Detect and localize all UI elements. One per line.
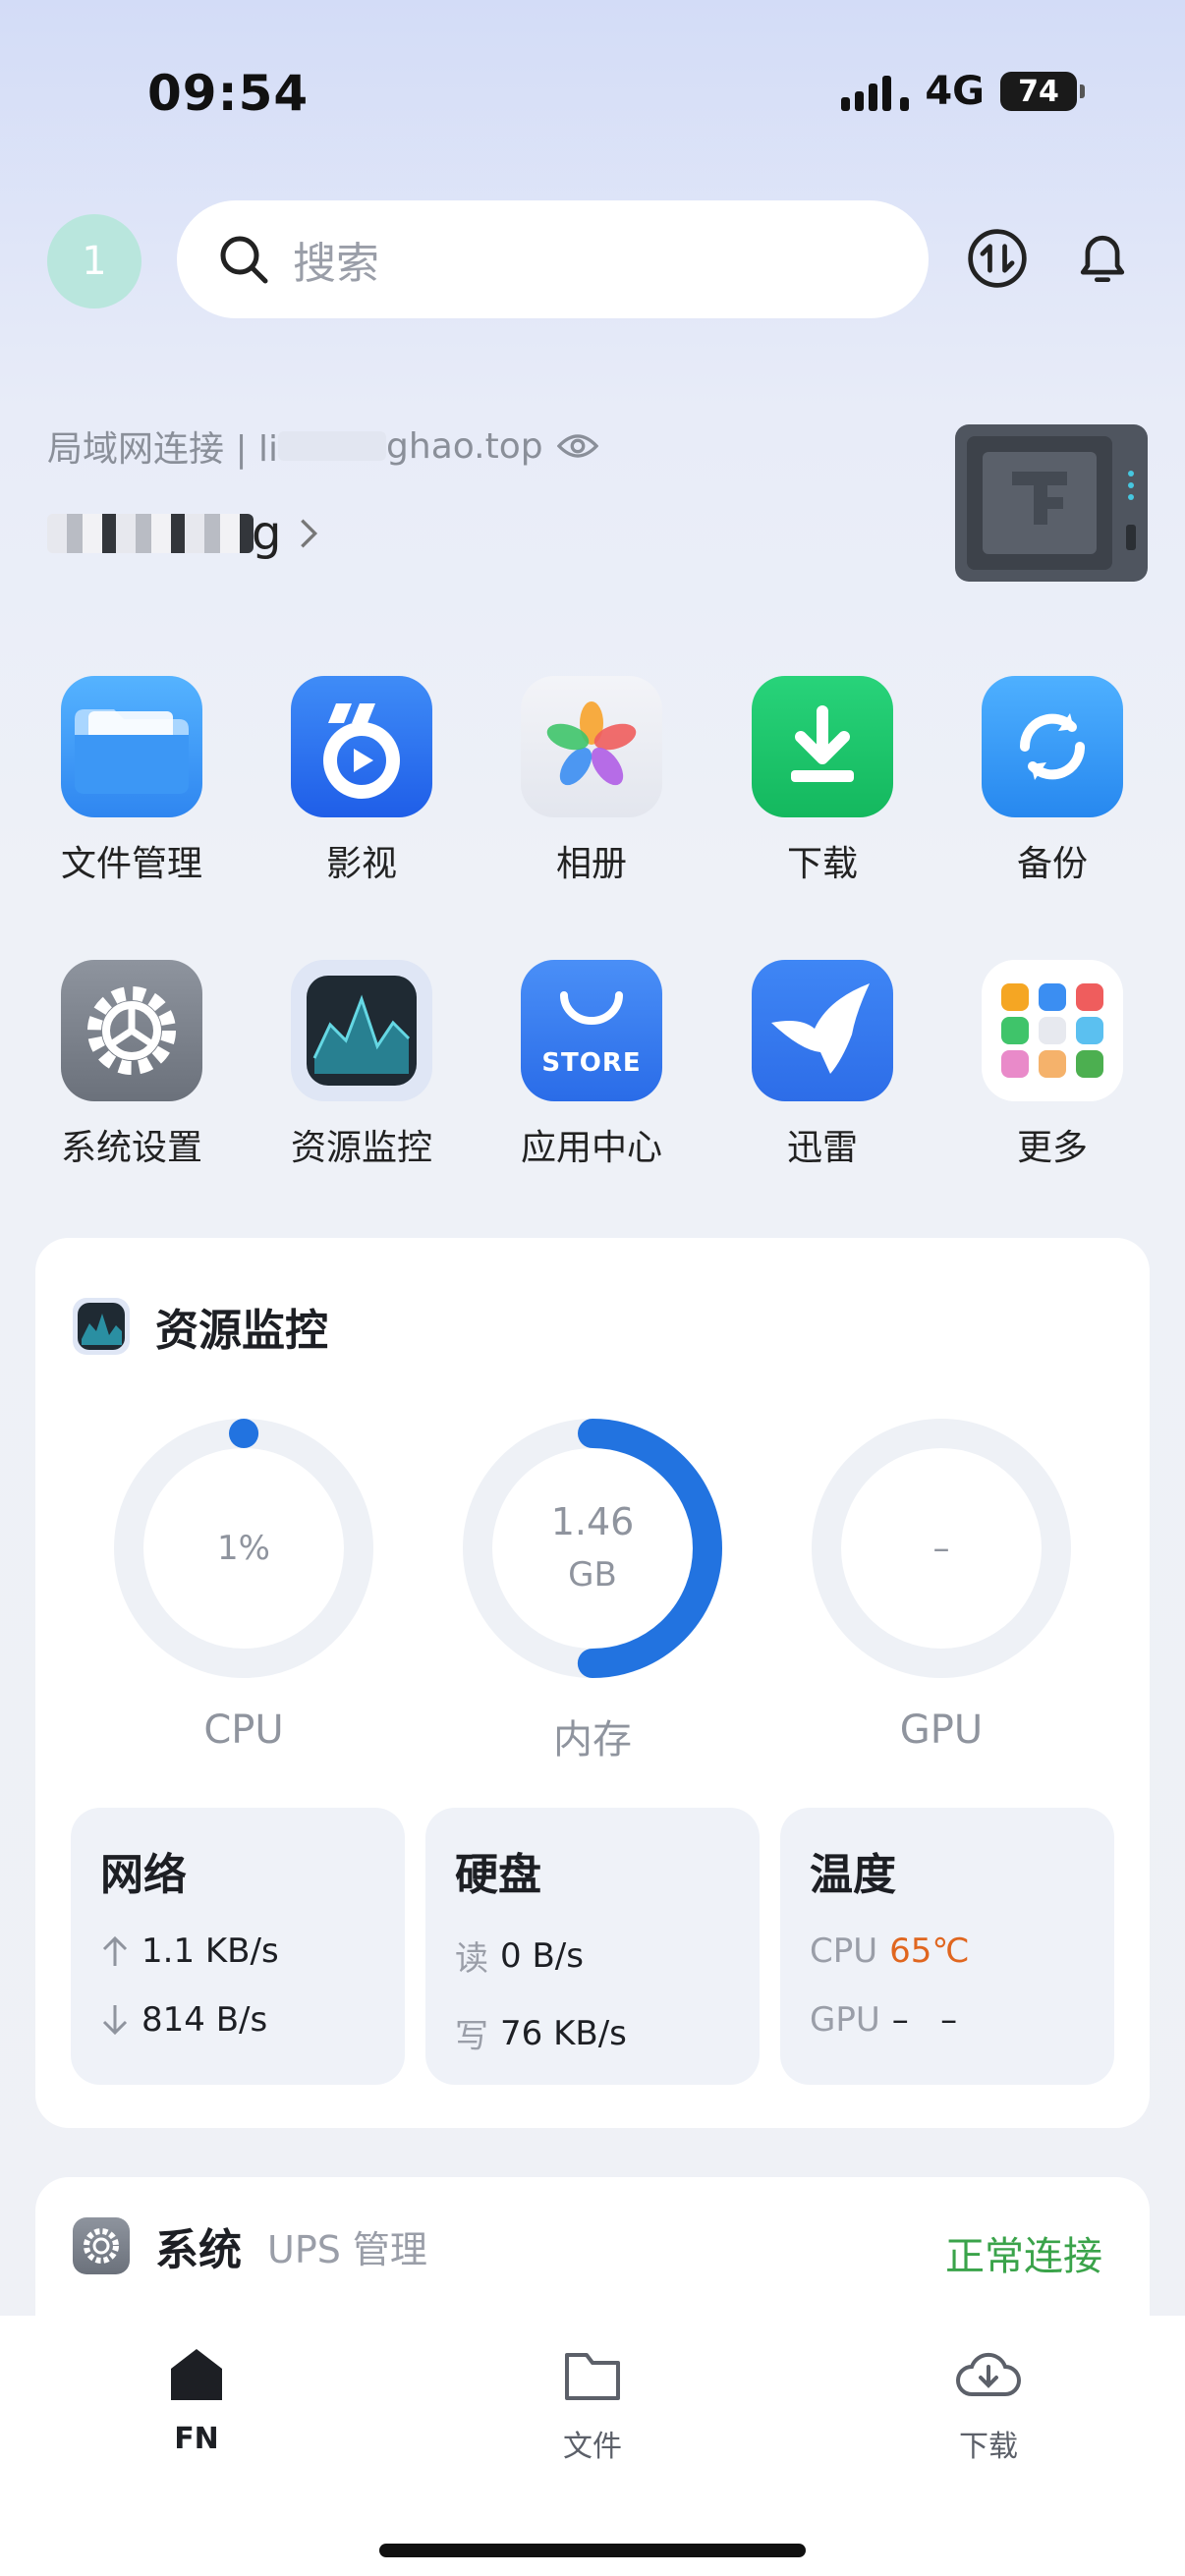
system-subtitle: UPS 管理	[267, 2227, 427, 2271]
settings-small-icon	[73, 2217, 130, 2274]
cpu-gauge[interactable]: 1% CPU	[106, 1411, 381, 1753]
temp-gpu-row: GPU – –	[810, 2000, 958, 2040]
app-file-manager[interactable]: 文件管理	[33, 676, 230, 886]
app-photos[interactable]: 相册	[493, 676, 690, 886]
monitor-small-icon	[73, 1298, 130, 1355]
network-type: 4G	[925, 69, 985, 114]
monitor-icon	[291, 960, 432, 1101]
network-stat[interactable]: 网络 1.1 KB/s 814 B/s	[71, 1808, 405, 2085]
more-icon	[982, 960, 1123, 1101]
disk-write-row: 写 76 KB/s	[455, 2013, 627, 2057]
app-resource-monitor[interactable]: 资源监控	[263, 960, 460, 1170]
memory-unit: GB	[568, 1555, 617, 1595]
app-video[interactable]: 影视	[263, 676, 460, 886]
app-download[interactable]: 下载	[724, 676, 921, 886]
video-icon	[291, 676, 432, 817]
network-down-row: 814 B/s	[100, 2000, 375, 2040]
status-time: 09:54	[147, 65, 310, 122]
network-up-row: 1.1 KB/s	[100, 1932, 375, 1971]
nav-download[interactable]: 下载	[890, 2345, 1087, 2465]
signal-icon	[841, 72, 910, 111]
resource-monitor-title: 资源监控	[73, 1295, 328, 1358]
device-name[interactable]: g	[47, 506, 318, 561]
avatar[interactable]: 1	[47, 214, 141, 308]
redacted-name	[47, 514, 254, 553]
search-input[interactable]: 搜索	[177, 200, 929, 318]
nas-device-image	[955, 424, 1148, 582]
backup-icon	[982, 676, 1123, 817]
status-indicators: 4G 74	[841, 69, 1085, 114]
store-icon: STORE	[521, 960, 662, 1101]
temp-cpu-row: CPU 65℃	[810, 1932, 970, 1971]
disk-title: 硬盘	[455, 1850, 541, 1900]
eye-icon[interactable]	[556, 431, 598, 461]
cpu-value: 1%	[217, 1529, 270, 1568]
arrow-down-icon	[102, 2005, 128, 2036]
transfer-icon[interactable]	[963, 224, 1032, 293]
system-title: 系统 UPS 管理	[73, 2214, 427, 2277]
download-cloud-icon	[956, 2352, 1021, 2396]
bell-icon[interactable]	[1068, 224, 1137, 293]
network-title: 网络	[100, 1850, 187, 1900]
nav-home[interactable]: FN	[98, 2345, 295, 2456]
connection-info: 局域网连接 | li ghao.top	[47, 420, 598, 472]
search-icon	[220, 236, 268, 284]
cpu-label: CPU	[203, 1708, 284, 1753]
resource-monitor-card[interactable]: 资源监控 1% CPU 1.46 GB 内存 – GPU 网络 1.1 KB/s…	[35, 1238, 1150, 2128]
memory-gauge[interactable]: 1.46 GB 内存	[455, 1411, 730, 1764]
app-backup[interactable]: 备份	[954, 676, 1151, 886]
bottom-nav: FN 文件 下载	[0, 2316, 1185, 2576]
app-more[interactable]: 更多	[954, 960, 1151, 1170]
app-store[interactable]: STORE 应用中心	[493, 960, 690, 1170]
connection-domain: ghao.top	[386, 425, 543, 467]
battery-icon: 74	[1000, 72, 1085, 111]
nav-files[interactable]: 文件	[494, 2345, 691, 2465]
memory-value: 1.46	[550, 1500, 635, 1543]
settings-icon	[61, 960, 202, 1101]
folder-icon	[61, 676, 202, 817]
xunlei-icon	[752, 960, 893, 1101]
search-placeholder: 搜索	[293, 239, 379, 289]
chevron-right-icon	[301, 519, 318, 548]
app-xunlei[interactable]: 迅雷	[724, 960, 921, 1170]
folder-outline-icon	[565, 2353, 620, 2400]
app-system-settings[interactable]: 系统设置	[33, 960, 230, 1170]
gpu-gauge[interactable]: – GPU	[804, 1411, 1079, 1753]
photos-icon	[521, 676, 662, 817]
disk-stat[interactable]: 硬盘 读0 B/s 写 76 KB/s	[425, 1808, 760, 2085]
home-indicator[interactable]	[379, 2544, 806, 2557]
temperature-title: 温度	[810, 1850, 896, 1900]
gpu-value: –	[932, 1529, 950, 1568]
temperature-stat[interactable]: 温度 CPU 65℃ GPU – –	[780, 1808, 1114, 2085]
home-icon	[171, 2349, 222, 2400]
gpu-label: GPU	[899, 1708, 984, 1753]
connection-mode: 局域网连接 | li	[47, 429, 279, 470]
system-status: 正常连接	[945, 2234, 1102, 2279]
memory-label: 内存	[553, 1717, 632, 1763]
download-icon	[752, 676, 893, 817]
store-badge: STORE	[541, 1048, 642, 1078]
disk-read-row: 读0 B/s	[455, 1935, 584, 1980]
arrow-up-icon	[102, 1935, 128, 1966]
